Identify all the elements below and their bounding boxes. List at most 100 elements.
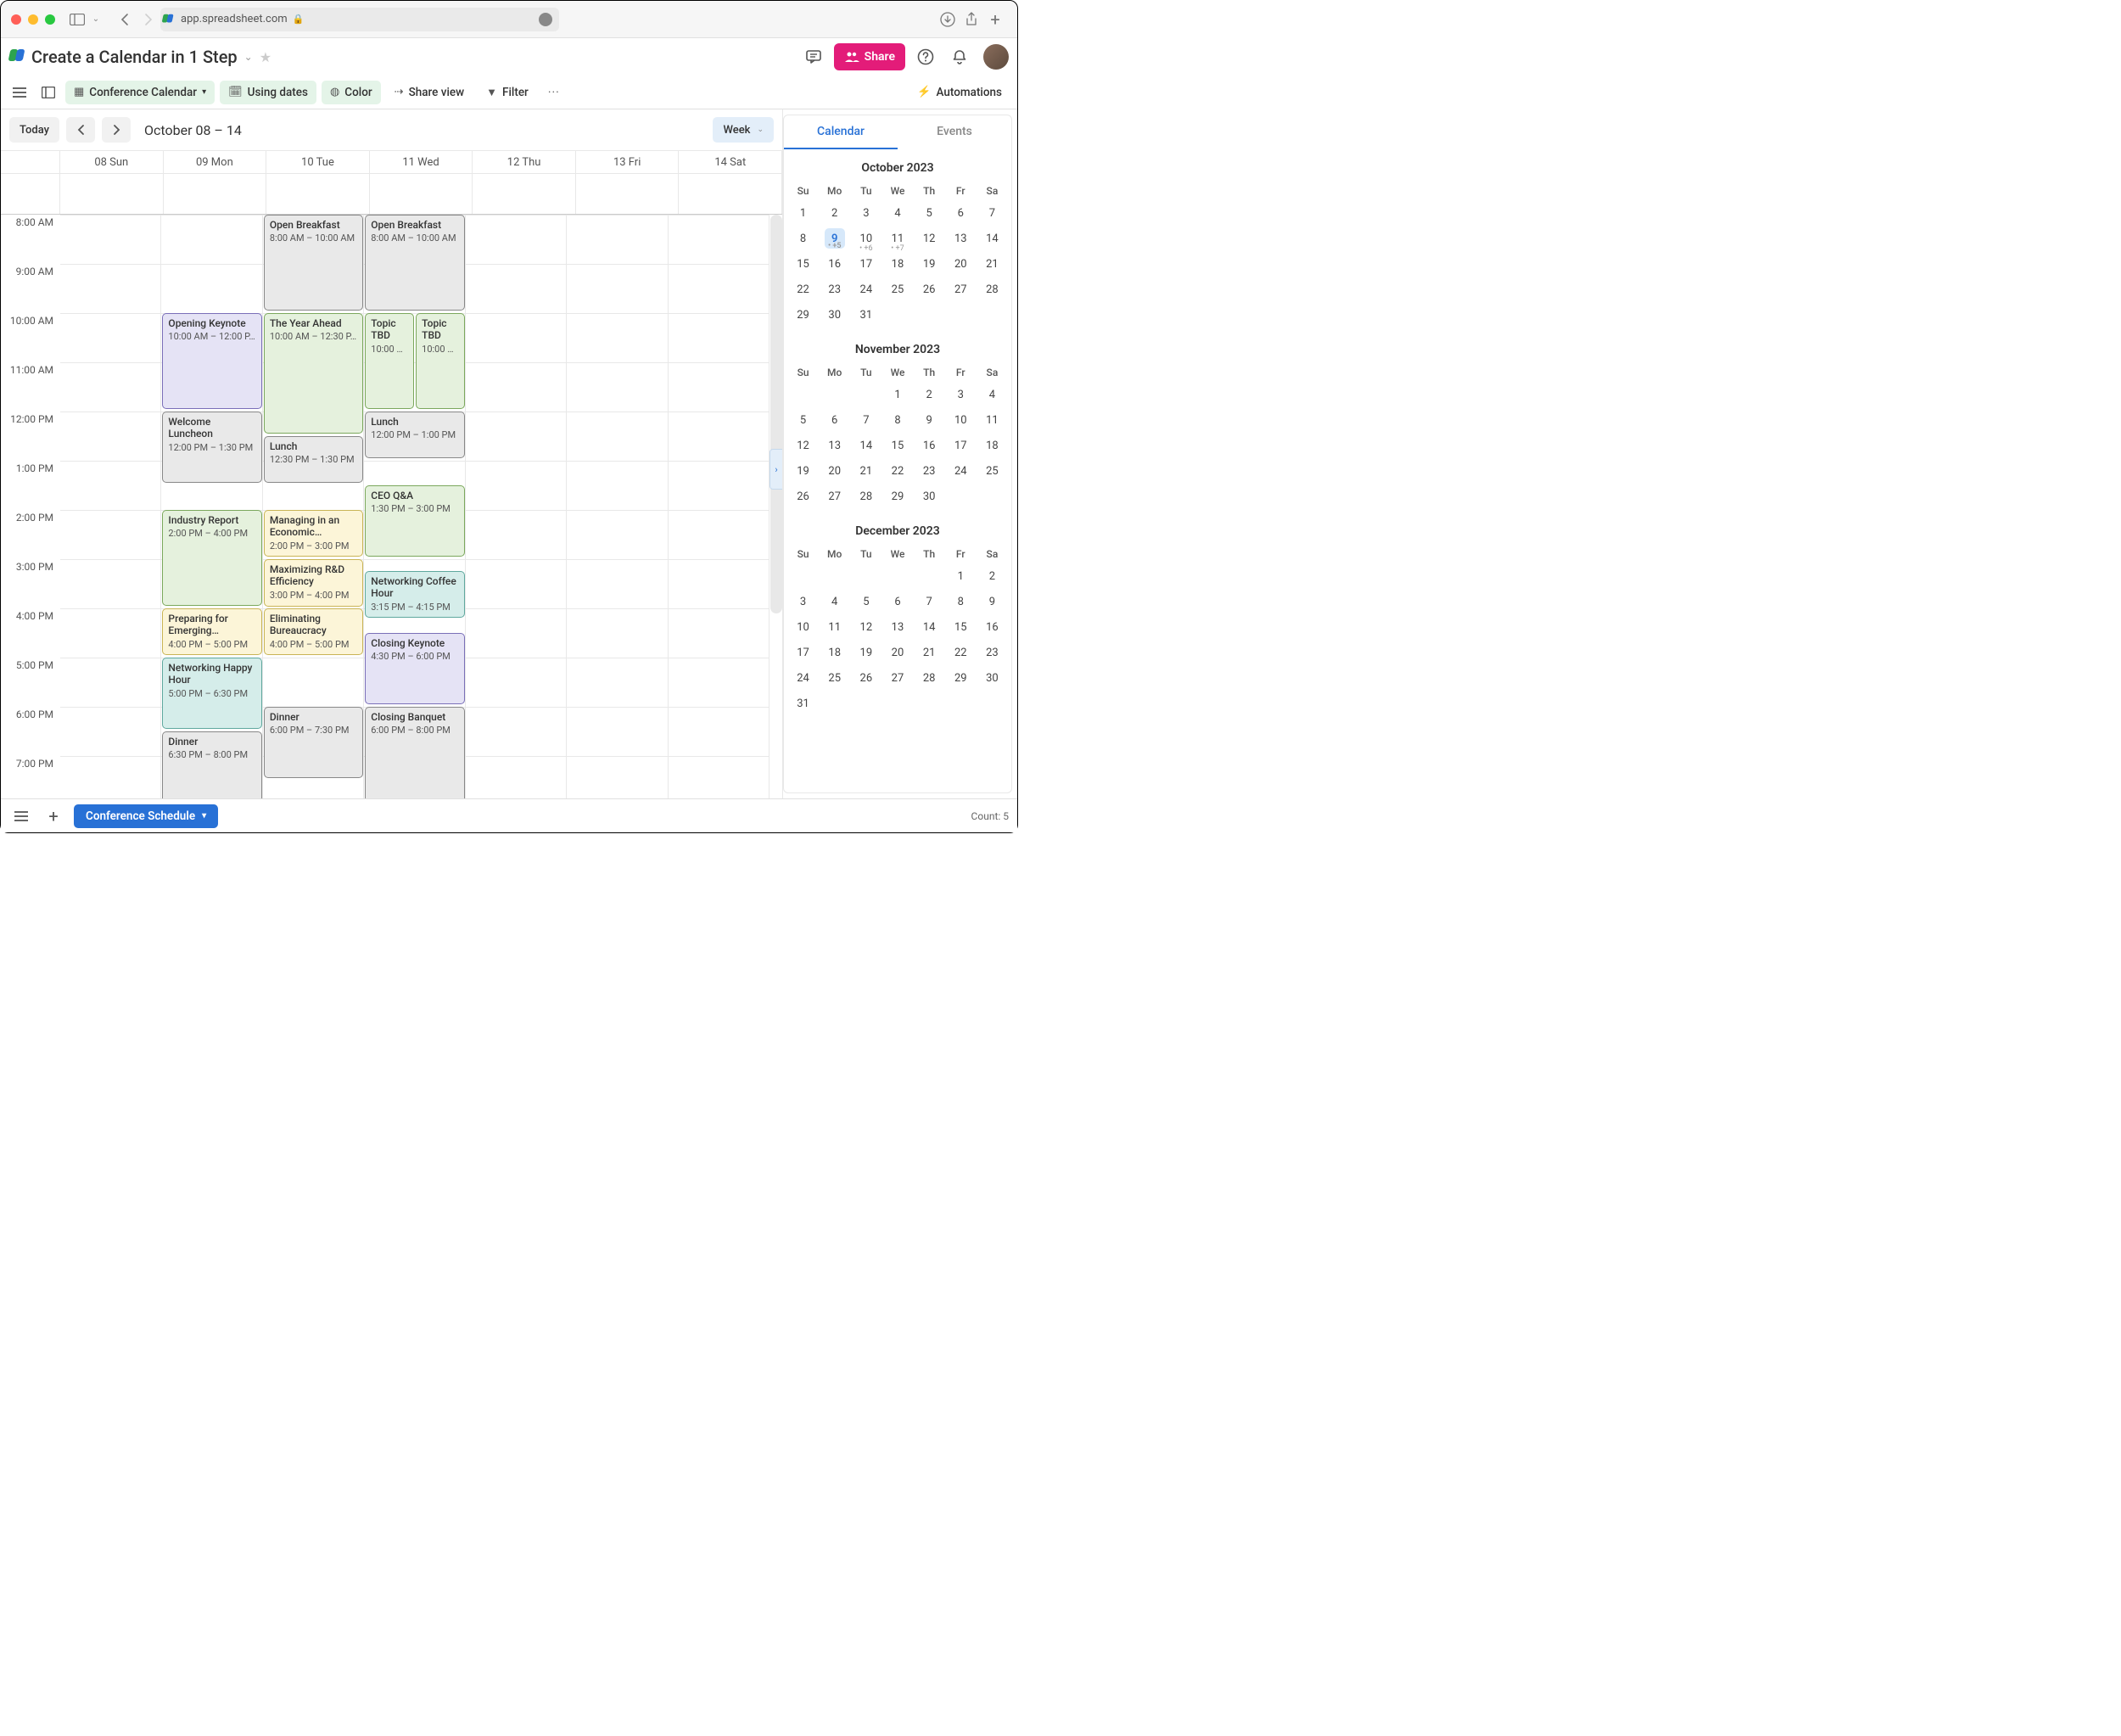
event[interactable]: Opening Keynote10:00 AM – 12:00 P… (162, 313, 261, 409)
close-window-icon[interactable] (11, 14, 21, 25)
event[interactable]: The Year Ahead10:00 AM – 12:30 P… (264, 313, 363, 434)
mini-day[interactable]: 30 (914, 484, 945, 509)
mini-day[interactable]: 14 (977, 226, 1008, 251)
mini-day[interactable]: 3 (850, 200, 881, 226)
panel-icon[interactable] (36, 81, 60, 104)
mini-day[interactable]: 21 (850, 458, 881, 484)
event[interactable]: Closing Keynote4:30 PM – 6:00 PM (365, 633, 464, 704)
url-bar[interactable]: app.spreadsheet.com 🔒 ••• (160, 8, 559, 31)
view-range-selector[interactable]: Week ⌄ (713, 117, 774, 143)
mini-day[interactable]: 24 (850, 277, 881, 302)
mini-day[interactable]: 16 (914, 433, 945, 458)
title-dropdown-icon[interactable]: ⌄ (244, 51, 253, 63)
sidebar-toggle-icon[interactable] (65, 8, 89, 31)
mini-day[interactable]: 15 (787, 251, 819, 277)
event[interactable]: Lunch12:30 PM – 1:30 PM (264, 436, 363, 483)
url-more-icon[interactable]: ••• (539, 13, 552, 26)
event[interactable]: Open Breakfast8:00 AM – 10:00 AM (264, 215, 363, 311)
event[interactable]: Managing in an Economic…2:00 PM – 3:00 P… (264, 510, 363, 557)
mini-day[interactable]: 26 (787, 484, 819, 509)
forward-button[interactable] (137, 8, 160, 31)
maximize-window-icon[interactable] (45, 14, 55, 25)
mini-day[interactable]: 4 (819, 589, 850, 614)
mini-day[interactable]: 1 (945, 563, 977, 589)
mini-day[interactable]: 27 (819, 484, 850, 509)
chevron-down-icon[interactable]: ⌄ (89, 8, 103, 31)
mini-day[interactable]: 25 (977, 458, 1008, 484)
time-body[interactable]: 8:00 AM9:00 AM10:00 AM11:00 AM12:00 PM1:… (1, 215, 769, 798)
mini-day[interactable]: 29 (945, 665, 977, 691)
mini-day[interactable]: 23 (977, 640, 1008, 665)
mini-day[interactable]: 31 (787, 691, 819, 716)
mini-day[interactable]: 21 (977, 251, 1008, 277)
filter-button[interactable]: ▼ Filter (478, 81, 537, 104)
mini-day[interactable]: 16 (977, 614, 1008, 640)
mini-day[interactable]: 21 (914, 640, 945, 665)
mini-day[interactable]: 19 (787, 458, 819, 484)
mini-day[interactable]: 18 (977, 433, 1008, 458)
automations-button[interactable]: ⚡ Automations (909, 81, 1010, 104)
mini-months[interactable]: October 2023SuMoTuWeThFrSa123456789• +51… (784, 149, 1011, 792)
prev-week-button[interactable] (66, 117, 95, 143)
share-button[interactable]: Share (834, 43, 905, 70)
mini-day[interactable]: 7 (977, 200, 1008, 226)
mini-day[interactable]: 20 (819, 458, 850, 484)
mini-day[interactable]: 25 (819, 665, 850, 691)
event[interactable]: Open Breakfast8:00 AM – 10:00 AM (365, 215, 464, 311)
mini-day[interactable]: 9 (977, 589, 1008, 614)
mini-day[interactable]: 5 (914, 200, 945, 226)
mini-day[interactable]: 18 (819, 640, 850, 665)
mini-day[interactable]: 4 (977, 382, 1008, 407)
mini-day[interactable]: 10• +6 (850, 226, 881, 251)
mini-day[interactable]: 17 (850, 251, 881, 277)
mini-day[interactable]: 28 (850, 484, 881, 509)
favorite-star-icon[interactable]: ★ (260, 49, 271, 65)
mini-day[interactable]: 5 (850, 589, 881, 614)
event[interactable]: Networking Coffee Hour3:15 PM – 4:15 PM (365, 571, 464, 618)
mini-day[interactable]: 8 (945, 589, 977, 614)
mini-day[interactable]: 26 (914, 277, 945, 302)
mini-day[interactable]: 2 (977, 563, 1008, 589)
back-button[interactable] (113, 8, 137, 31)
mini-day[interactable]: 12 (787, 433, 819, 458)
scrollbar[interactable] (770, 215, 782, 613)
mini-day[interactable]: 8 (787, 226, 819, 251)
mini-day[interactable]: 22 (945, 640, 977, 665)
tab-calendar[interactable]: Calendar (784, 115, 898, 149)
mini-day[interactable]: 28 (977, 277, 1008, 302)
mini-day[interactable]: 11 (977, 407, 1008, 433)
mini-day[interactable]: 12 (914, 226, 945, 251)
mini-day[interactable]: 7 (850, 407, 881, 433)
color-pill[interactable]: ◍ Color (322, 81, 381, 104)
collapse-sidebar-button[interactable]: › (769, 449, 783, 490)
mini-day[interactable]: 27 (945, 277, 977, 302)
event[interactable]: Dinner6:00 PM – 7:30 PM (264, 707, 363, 778)
mini-day[interactable]: 2 (914, 382, 945, 407)
mini-day[interactable]: 13 (945, 226, 977, 251)
event[interactable]: Topic TBD10:00 … (365, 313, 414, 409)
event[interactable]: Topic TBD10:00 … (416, 313, 465, 409)
doc-title[interactable]: Create a Calendar in 1 Step (31, 47, 238, 67)
mini-day[interactable]: 22 (881, 458, 913, 484)
mini-day[interactable]: 3 (787, 589, 819, 614)
share-browser-icon[interactable] (960, 8, 983, 31)
next-week-button[interactable] (102, 117, 131, 143)
user-avatar[interactable] (983, 44, 1009, 70)
new-tab-icon[interactable]: + (983, 8, 1007, 31)
event[interactable]: CEO Q&A1:30 PM – 3:00 PM (365, 485, 464, 557)
notifications-icon[interactable] (946, 43, 973, 70)
mini-day[interactable]: 13 (819, 433, 850, 458)
event[interactable]: Networking Happy Hour5:00 PM – 6:30 PM (162, 658, 261, 729)
sheet-tab[interactable]: Conference Schedule ▾ (74, 804, 218, 828)
mini-day[interactable]: 30 (977, 665, 1008, 691)
mini-day[interactable]: 1 (881, 382, 913, 407)
mini-day[interactable]: 19 (850, 640, 881, 665)
mini-day[interactable]: 3 (945, 382, 977, 407)
help-icon[interactable] (912, 43, 939, 70)
sheets-menu-icon[interactable] (9, 804, 33, 828)
event[interactable]: Welcome Luncheon12:00 PM – 1:30 PM (162, 412, 261, 483)
event[interactable]: Closing Banquet6:00 PM – 8:00 PM (365, 707, 464, 798)
mini-day[interactable]: 16 (819, 251, 850, 277)
mini-day[interactable]: 15 (945, 614, 977, 640)
share-view-button[interactable]: ⇢ Share view (386, 81, 473, 104)
